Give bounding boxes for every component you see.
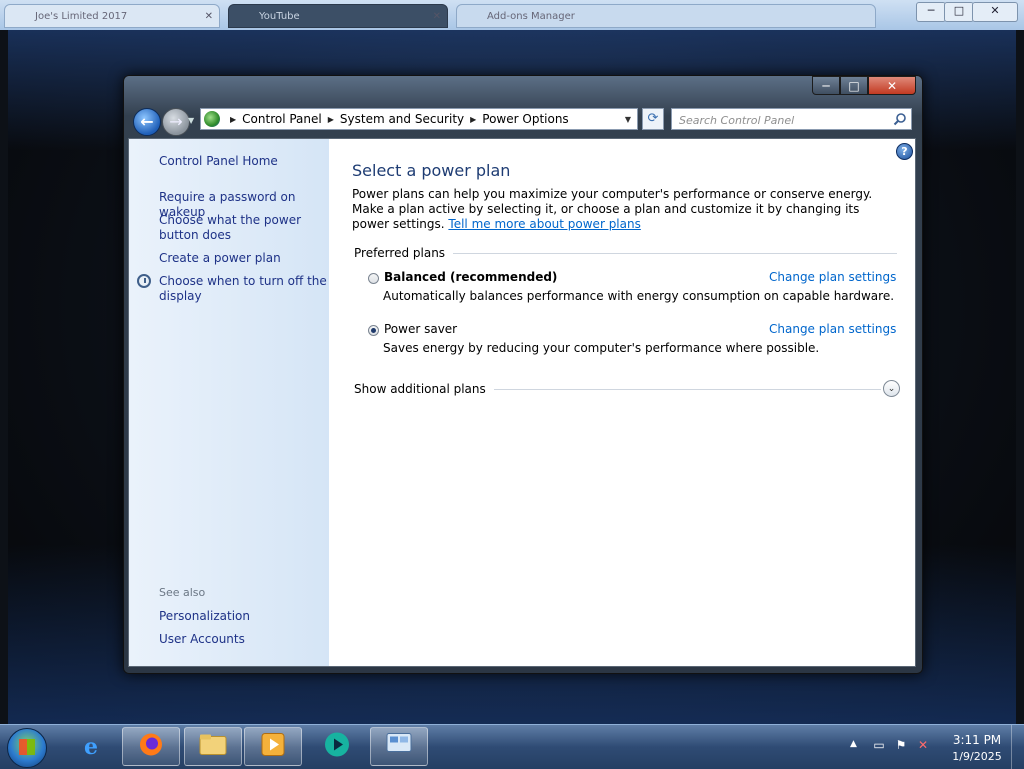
minimize-button[interactable]: ─	[812, 76, 840, 95]
taskbar: e ▲ ▭ ⚑ ✕ 3:11 PM 1/9/2025	[0, 724, 1024, 769]
address-bar[interactable]: ▶ Control Panel ▶ System and Security ▶ …	[200, 108, 638, 130]
host-window-titlebar: Joe's Limited 2017 ✕ YouTube ✕ Add-ons Man…	[0, 0, 1024, 30]
taskbar-app[interactable]	[308, 727, 366, 766]
clock-time[interactable]: 3:11 PM	[942, 733, 1012, 747]
taskbar-control-panel[interactable]	[370, 727, 428, 766]
help-icon[interactable]: ?	[896, 143, 913, 160]
taskbar-media-player[interactable]	[244, 727, 302, 766]
forward-button[interactable]: →	[162, 108, 190, 136]
host-minimize-button[interactable]: ─	[916, 2, 946, 22]
power-button-link[interactable]: Choose what the power button does	[159, 213, 327, 243]
host-tab[interactable]: YouTube ✕	[228, 4, 448, 28]
volume-muted-icon[interactable]: ✕	[916, 738, 930, 752]
taskbar-firefox[interactable]	[122, 727, 180, 766]
balanced-change-settings-link[interactable]: Change plan settings	[769, 270, 896, 284]
taskbar-file-explorer[interactable]	[184, 727, 242, 766]
close-button[interactable]: ✕	[868, 76, 916, 95]
breadcrumb-system-and-security[interactable]: System and Security	[340, 112, 464, 126]
breadcrumb-separator-icon[interactable]: ▶	[230, 115, 236, 124]
balanced-plan-radio[interactable]	[368, 273, 379, 284]
power-saver-plan-description: Saves energy by reducing your computer's…	[383, 341, 820, 355]
breadcrumb-separator-icon[interactable]: ▶	[328, 115, 334, 124]
control-panel-window: ─ □ ✕ ← → ▼ ▶ Control Panel ▶ System and…	[123, 75, 923, 674]
divider	[453, 252, 897, 254]
turn-off-display-link[interactable]: Choose when to turn off the display	[159, 274, 327, 304]
start-button[interactable]	[7, 728, 47, 768]
media-player-icon	[260, 731, 286, 762]
close-tab-icon[interactable]: ✕	[433, 5, 441, 27]
additional-plans-header[interactable]: Show additional plans	[354, 382, 881, 396]
windows-logo-icon	[19, 739, 35, 755]
search-icon[interactable]	[893, 112, 907, 126]
clock-date[interactable]: 1/9/2025	[942, 750, 1012, 763]
balanced-plan-name[interactable]: Balanced (recommended)	[384, 270, 557, 284]
control-panel-home-link[interactable]: Control Panel Home	[159, 154, 327, 169]
host-tab-label: Add-ons Manager	[487, 11, 575, 22]
page-description: Power plans can help you maximize your c…	[352, 187, 892, 232]
clock-icon	[137, 274, 151, 288]
folder-icon	[199, 732, 227, 761]
close-tab-icon[interactable]: ✕	[205, 5, 213, 27]
back-button[interactable]: ←	[133, 108, 161, 136]
task-pane: Control Panel Home Require a password on…	[129, 139, 329, 666]
power-saver-plan-name[interactable]: Power saver	[384, 322, 457, 336]
content-area: Control Panel Home Require a password on…	[128, 138, 916, 667]
maximize-button[interactable]: □	[840, 76, 868, 95]
power-saver-plan-radio[interactable]	[368, 325, 379, 336]
user-accounts-link[interactable]: User Accounts	[159, 632, 327, 647]
host-maximize-button[interactable]: □	[944, 2, 974, 22]
expand-chevron-icon[interactable]: ⌄	[883, 380, 900, 397]
page-title: Select a power plan	[352, 161, 511, 180]
search-input[interactable]	[672, 109, 891, 131]
host-tab-label: YouTube	[259, 11, 300, 22]
show-hidden-icons-icon[interactable]: ▲	[850, 739, 857, 749]
preferred-plans-header: Preferred plans	[354, 246, 897, 260]
action-center-flag-icon[interactable]: ⚑	[894, 738, 908, 752]
control-panel-icon	[385, 731, 413, 762]
balanced-plan-description: Automatically balances performance with …	[383, 289, 895, 303]
host-tab[interactable]: Add-ons Manager	[456, 4, 876, 28]
main-content: ? Select a power plan Power plans can he…	[329, 139, 915, 666]
internet-explorer-icon: e	[84, 733, 98, 760]
recent-pages-dropdown-icon[interactable]: ▼	[188, 116, 194, 125]
system-tray: ▲ ▭ ⚑ ✕ 3:11 PM 1/9/2025	[834, 725, 1024, 769]
network-icon[interactable]: ▭	[872, 738, 886, 752]
breadcrumb-control-panel[interactable]: Control Panel	[242, 112, 322, 126]
refresh-button[interactable]: ⟳	[642, 108, 664, 130]
tell-me-more-link[interactable]: Tell me more about power plans	[448, 217, 640, 231]
host-tab-label: Joe's Limited 2017	[35, 11, 128, 22]
search-box[interactable]	[671, 108, 912, 131]
firefox-icon	[138, 731, 164, 762]
app-icon	[323, 730, 351, 763]
host-tab[interactable]: Joe's Limited 2017 ✕	[4, 4, 220, 28]
divider	[493, 388, 881, 390]
host-close-button[interactable]: ✕	[972, 2, 1018, 22]
power-saver-change-settings-link[interactable]: Change plan settings	[769, 322, 896, 336]
breadcrumb-power-options[interactable]: Power Options	[482, 112, 568, 126]
show-desktop-button[interactable]	[1011, 725, 1024, 769]
see-also-label: See also	[159, 586, 206, 599]
address-dropdown-icon[interactable]: ▼	[619, 115, 637, 124]
preferred-plans-label: Preferred plans	[354, 246, 446, 260]
control-panel-icon	[204, 111, 220, 127]
taskbar-internet-explorer[interactable]: e	[62, 727, 120, 766]
breadcrumb-separator-icon[interactable]: ▶	[470, 115, 476, 124]
personalization-link[interactable]: Personalization	[159, 609, 327, 624]
create-power-plan-link[interactable]: Create a power plan	[159, 251, 327, 266]
show-additional-plans-label[interactable]: Show additional plans	[354, 382, 486, 396]
